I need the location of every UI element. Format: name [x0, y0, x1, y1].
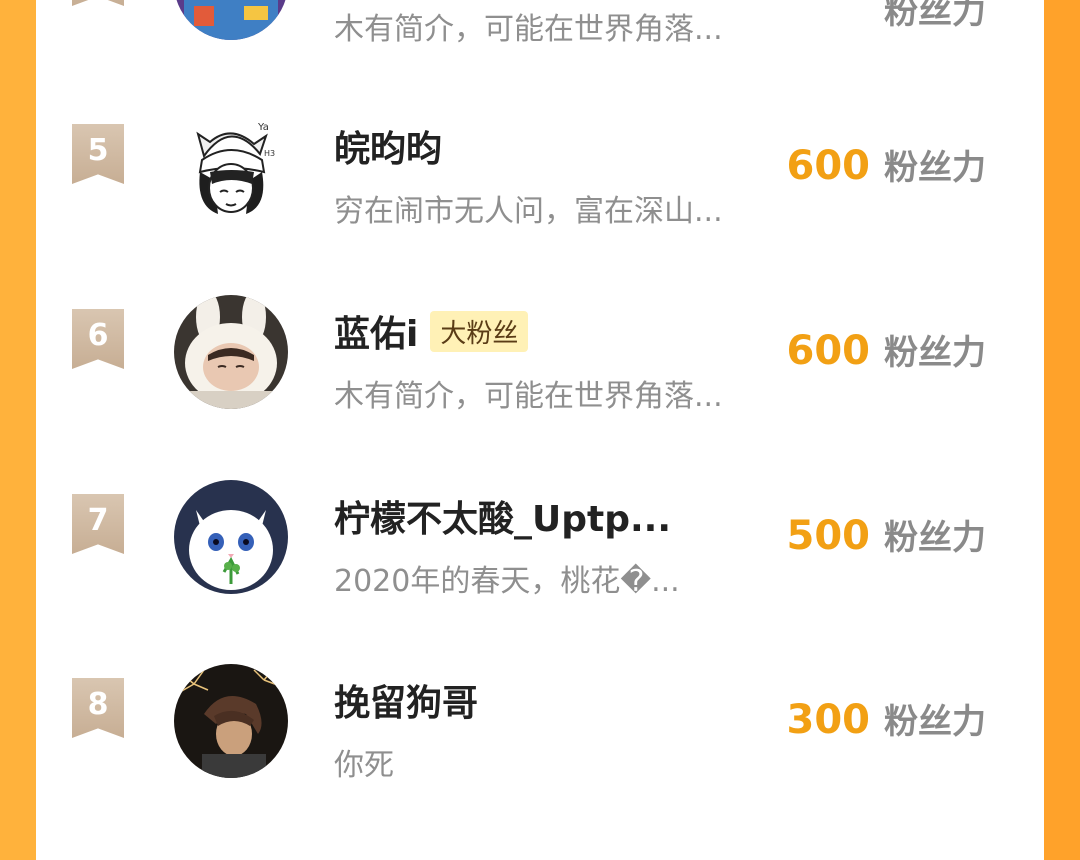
- fan-power-value: 600: [786, 328, 871, 374]
- fan-power-value: 500: [786, 513, 871, 559]
- avatar[interactable]: [174, 0, 288, 40]
- name-line: 挽留狗哥: [334, 672, 478, 728]
- fan-power: 500 粉丝力: [787, 510, 987, 559]
- avatar[interactable]: [174, 480, 288, 594]
- fan-power-unit: 粉丝力: [884, 148, 986, 188]
- username[interactable]: 柠檬不太酸_Uptp...: [334, 490, 671, 542]
- user-bio: 2020年的春天，桃花�...: [334, 564, 680, 599]
- fan-power: 600 粉丝力: [787, 325, 987, 374]
- username[interactable]: 皖昀昀: [334, 120, 442, 172]
- fan-power-value: 600: [786, 143, 871, 189]
- fan-power-value: 300: [786, 697, 871, 743]
- rank-badge: 5: [72, 124, 124, 184]
- fan-power-unit: 粉丝力: [884, 518, 986, 558]
- user-bio: 穷在闹市无人问，富在深山...: [334, 194, 723, 229]
- fan-power: 300 粉丝力: [787, 694, 987, 743]
- fan-power: 600 粉丝力: [787, 140, 987, 189]
- list-item-partial[interactable]: 木有简介，可能在世界角落... 粉丝力: [36, 0, 1044, 56]
- user-bio: 木有简介，可能在世界角落...: [334, 12, 723, 47]
- rank-badge: 8: [72, 678, 124, 738]
- fan-power-unit: 粉丝力: [884, 0, 986, 32]
- user-bio: 木有简介，可能在世界角落...: [334, 379, 723, 414]
- list-item[interactable]: 5 Ya H3 皖昀昀 穷在闹市无人问，富在深山... 600 粉丝力: [36, 110, 1044, 240]
- fan-power: 粉丝力: [870, 0, 986, 33]
- rank-badge: 6: [72, 309, 124, 369]
- list-item[interactable]: 6 蓝佑i 大粉丝 木有简介，可能在世界角落... 600 粉丝力: [36, 295, 1044, 425]
- user-bio: 你死: [334, 748, 394, 783]
- list-item[interactable]: 7 柠檬不太酸_Uptp... 2020年的春天，桃花�... 500 粉丝力: [36, 480, 1044, 610]
- avatar[interactable]: [174, 664, 288, 778]
- rank-badge: 7: [72, 494, 124, 554]
- name-line: 柠檬不太酸_Uptp...: [334, 488, 671, 544]
- fan-power-unit: 粉丝力: [884, 333, 986, 373]
- avatar[interactable]: [174, 295, 288, 409]
- username[interactable]: 蓝佑i: [334, 305, 418, 357]
- fan-badge: 大粉丝: [430, 310, 529, 352]
- list-item[interactable]: 8 挽留狗哥 你死 300 粉丝力: [36, 664, 1044, 794]
- name-line: 皖昀昀: [334, 118, 442, 174]
- svg-text:H3: H3: [264, 149, 275, 158]
- avatar[interactable]: Ya H3: [174, 110, 288, 224]
- username[interactable]: 挽留狗哥: [334, 674, 478, 726]
- rank-badge: [72, 0, 124, 6]
- name-line: 蓝佑i 大粉丝: [334, 303, 529, 359]
- svg-text:Ya: Ya: [257, 122, 269, 133]
- fan-power-unit: 粉丝力: [884, 702, 986, 742]
